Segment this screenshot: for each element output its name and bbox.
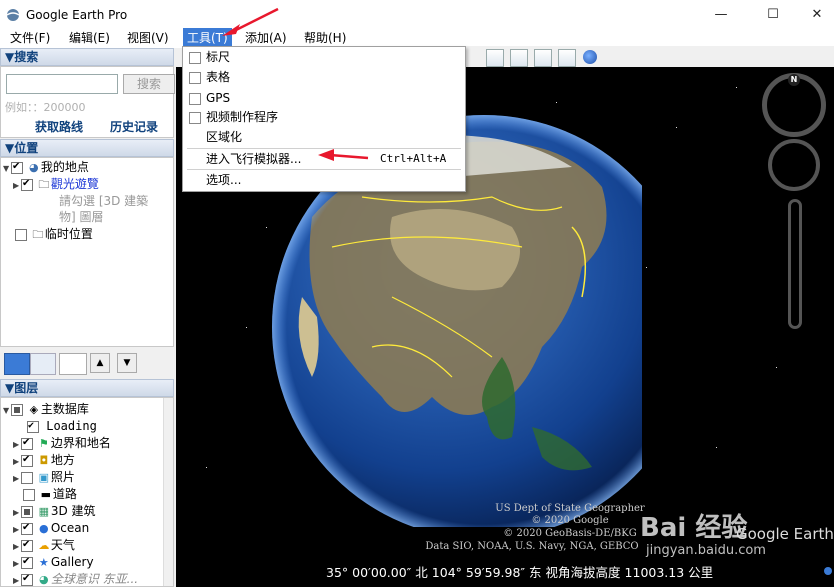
annotation-overlay <box>222 7 369 161</box>
annotation-arrow-head <box>318 149 334 161</box>
annotation-arrow <box>329 153 369 160</box>
annotation-arrow-head <box>222 24 240 36</box>
annotation-arrow <box>233 7 279 33</box>
